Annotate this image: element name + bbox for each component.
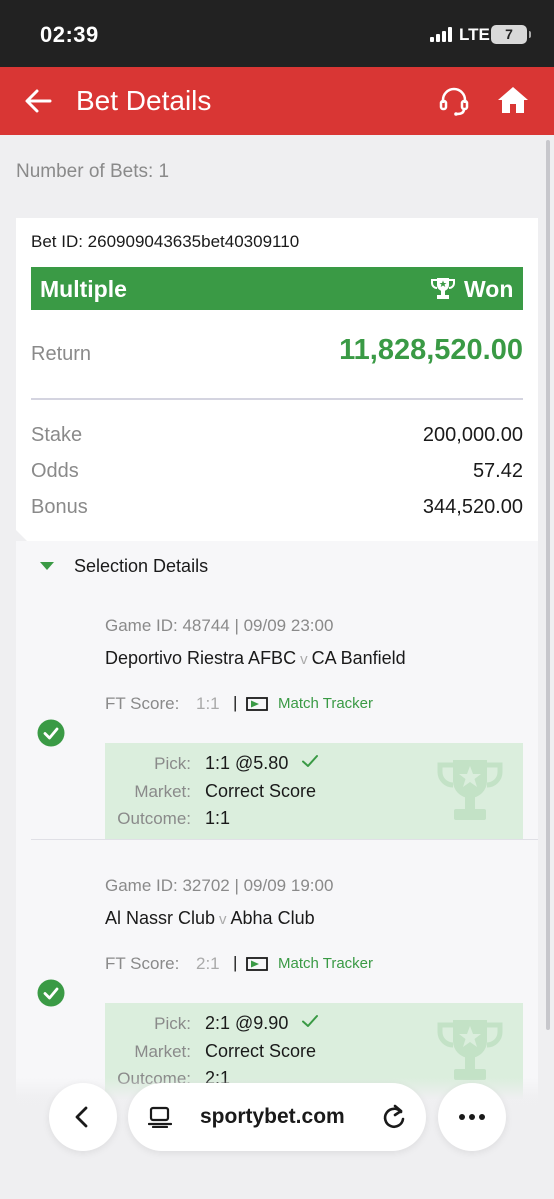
bet-type: Multiple	[40, 276, 127, 302]
home-team: Al Nassr Club	[105, 908, 216, 928]
signal-icon	[430, 27, 452, 42]
browser-back-button[interactable]	[49, 1083, 117, 1151]
back-arrow-icon[interactable]	[24, 87, 52, 115]
bet-status: Won	[464, 276, 514, 302]
check-circle-icon	[37, 719, 65, 747]
trophy-icon	[431, 278, 455, 299]
odds-label: Odds	[31, 460, 79, 482]
bet-type-bar: Multiple Won	[31, 267, 523, 310]
pick-value: 2:1 @9.90	[205, 1013, 289, 1033]
check-icon	[302, 1015, 318, 1027]
return-label: Return	[31, 343, 92, 365]
stake-label: Stake	[31, 424, 83, 446]
scroll-indicator[interactable]	[546, 140, 550, 1030]
check-circle-icon	[37, 979, 65, 1007]
versus: v	[300, 651, 308, 668]
market-label: Market:	[134, 1042, 191, 1061]
network-type: LTE	[459, 25, 490, 44]
versus: v	[219, 911, 227, 928]
app-header: Bet Details	[0, 67, 554, 135]
pick-value: 1:1 @5.80	[205, 753, 289, 773]
market-label: Market:	[134, 782, 191, 801]
divider	[31, 398, 523, 400]
caret-down-icon[interactable]	[40, 562, 54, 570]
game-id: Game ID: 48744 | 09/09 23:00	[105, 616, 334, 635]
reader-tabs-icon[interactable]	[148, 1106, 172, 1128]
return-value: 11,828,520.00	[339, 334, 523, 366]
url-text[interactable]: sportybet.com	[200, 1105, 345, 1129]
odds-value: 57.42	[472, 460, 523, 482]
ft-score-label: FT Score:	[105, 694, 180, 713]
match-tracker-link[interactable]: Match Tracker	[278, 955, 373, 972]
pick-box: Pick: 1:1 @5.80 Market: Correct Score Ou…	[105, 743, 523, 839]
stake-value: 200,000.00	[422, 424, 523, 446]
trophy-watermark-icon	[437, 760, 503, 820]
more-options-button[interactable]	[438, 1083, 506, 1151]
status-time: 02:39	[40, 22, 99, 47]
separator: |	[233, 953, 238, 972]
away-team: CA Banfield	[311, 648, 406, 668]
browser-toolbar: sportybet.com	[0, 1078, 554, 1199]
outcome-label: Outcome:	[117, 809, 191, 828]
trophy-watermark-icon	[437, 1020, 503, 1080]
battery-icon: 7	[491, 25, 531, 44]
market-value: Correct Score	[205, 1041, 317, 1061]
ft-score: 2:1	[196, 954, 220, 973]
market-value: Correct Score	[205, 781, 317, 801]
headset-support-icon[interactable]	[438, 85, 470, 117]
match-teams: Deportivo Riestra AFBC v CA Banfield	[105, 648, 406, 669]
pick-label: Pick:	[154, 1014, 191, 1033]
bet-card: Bet ID: 260909043635bet40309110 Multiple…	[16, 218, 538, 1118]
address-bar[interactable]: sportybet.com	[128, 1083, 426, 1151]
ft-score: 1:1	[196, 694, 220, 713]
away-team: Abha Club	[230, 908, 315, 928]
ft-score-label: FT Score:	[105, 954, 180, 973]
match-tracker-link[interactable]: Match Tracker	[278, 695, 373, 712]
status-bar: 02:39 LTE 7	[0, 0, 554, 67]
page-title: Bet Details	[76, 85, 212, 116]
bonus-value: 344,520.00	[422, 496, 523, 518]
number-of-bets: Number of Bets: 1	[16, 161, 170, 182]
match-tracker-icon[interactable]	[246, 697, 268, 711]
pick-label: Pick:	[154, 754, 191, 773]
selection-divider	[31, 839, 538, 840]
home-icon[interactable]	[497, 84, 529, 116]
game-id: Game ID: 32702 | 09/09 19:00	[105, 876, 334, 895]
bet-id: Bet ID: 260909043635bet40309110	[31, 232, 300, 251]
reload-icon[interactable]	[381, 1103, 407, 1131]
match-teams: Al Nassr Club v Abha Club	[105, 908, 315, 929]
home-team: Deportivo Riestra AFBC	[105, 648, 297, 668]
more-dots-icon	[459, 1114, 485, 1120]
separator: |	[233, 693, 238, 712]
selection-details-toggle[interactable]: Selection Details	[74, 556, 208, 577]
outcome-value: 1:1	[205, 808, 231, 828]
check-icon	[302, 755, 318, 767]
chevron-left-icon	[75, 1106, 88, 1128]
match-tracker-icon[interactable]	[246, 957, 268, 971]
bonus-label: Bonus	[31, 496, 88, 518]
ticket-notch	[16, 530, 27, 541]
